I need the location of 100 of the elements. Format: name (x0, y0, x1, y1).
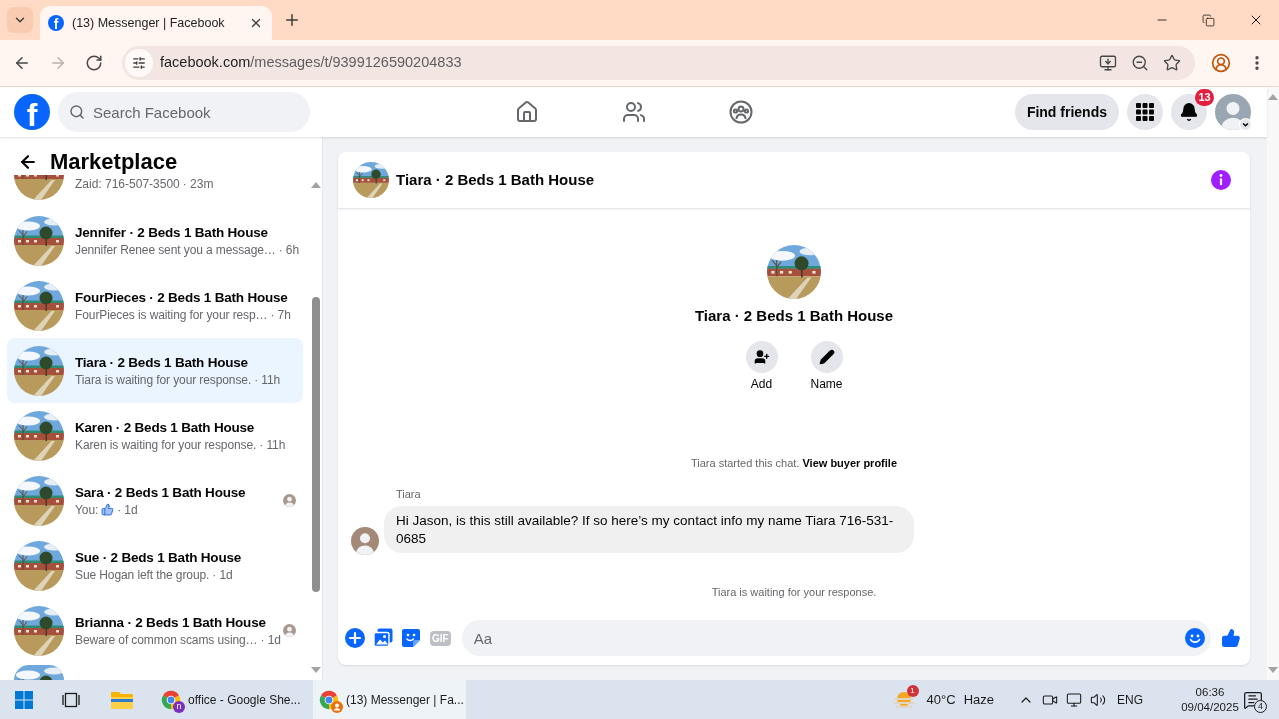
account-avatar (1215, 94, 1251, 130)
favicon: f (48, 15, 64, 31)
zoom-out-icon[interactable] (1131, 54, 1149, 72)
thumbs-up-icon (101, 503, 115, 516)
house-photo (14, 215, 64, 266)
house-photo (353, 162, 389, 198)
message-preview: Tiara is waiting for your response. (75, 371, 252, 388)
conversation-item[interactable]: Jennifer · 2 Beds 1 Bath House Jennifer Renee sent you a message… · 6h (7, 208, 303, 273)
folder-icon[interactable] (111, 690, 133, 709)
site-info-button[interactable] (125, 49, 153, 77)
sticker-icon[interactable] (401, 628, 421, 648)
restore-icon[interactable] (1202, 13, 1215, 27)
browser-tab[interactable]: f (13) Messenger | Facebook (40, 6, 272, 40)
conversation-title: Sue · 2 Beds 1 Bath House (75, 548, 243, 567)
bookmark-star-icon[interactable] (1163, 54, 1181, 72)
like-icon[interactable] (1221, 628, 1241, 648)
add-person-button[interactable] (745, 341, 778, 373)
message-time: · 7h (270, 306, 291, 323)
add-icon[interactable] (345, 628, 365, 648)
chat-notice: Tiara started this chat. View buyer profile (690, 456, 897, 470)
conversation-item[interactable]: Brianna · 2 Beds 1 Bath House Beware of common scams using… · 1d (7, 598, 303, 663)
friends-icon (621, 100, 646, 124)
conversation-title: FourPieces · 2 Beds 1 Bath House (75, 288, 289, 307)
find-friends-button[interactable]: Find friends (1014, 94, 1119, 130)
photo-icon[interactable] (373, 628, 393, 648)
message-preview: Zaid: 716-507-3500 (75, 176, 180, 192)
message-input[interactable]: Aa (461, 620, 1211, 656)
volume-icon[interactable] (1090, 691, 1106, 708)
chat-title: Tiara · 2 Beds 1 Bath House (396, 169, 595, 190)
message-time: · 6h (278, 241, 299, 258)
logo[interactable]: f (14, 94, 50, 130)
sender-avatar (351, 527, 379, 555)
house-photo (14, 175, 64, 200)
view-buyer-profile-link[interactable]: View buyer profile (802, 457, 897, 469)
home-icon (514, 100, 539, 124)
action-label: Name (810, 377, 843, 392)
emoji-icon[interactable] (1185, 628, 1205, 648)
message-time: · 1d (212, 566, 233, 583)
conversation-item[interactable]: Tiara · 2 Beds 1 Bath House Tiara is waiting for your response. · 11h (7, 338, 303, 403)
browser-icon (161, 689, 181, 710)
clock-date[interactable]: 09/04/2025 (1181, 699, 1239, 715)
pencil-icon (818, 349, 835, 365)
language-indicator[interactable]: ENG (1117, 690, 1143, 709)
taskbar-app-button[interactable]: n office - Google She... (155, 680, 308, 719)
conversation-item[interactable]: Sue · 2 Beds 1 Bath House Sue Hogan left the group. · 1d (7, 533, 303, 598)
info-icon[interactable] (1211, 170, 1231, 190)
temperature-text: 40°C (926, 690, 956, 709)
conversation-title: Jennifer · 2 Beds 1 Bath House (75, 223, 269, 242)
install-icon[interactable] (1099, 54, 1117, 72)
add-person-icon (753, 349, 770, 365)
conversation-item[interactable]: Sara · 2 Beds 1 Bath House You: · 1d (7, 468, 303, 533)
close-icon[interactable] (249, 16, 263, 30)
edit-name-button[interactable] (810, 341, 843, 373)
message-preview: You: (75, 501, 99, 518)
clock-time[interactable]: 06:36 (1195, 684, 1225, 700)
search-field[interactable]: Search Facebook (58, 92, 310, 132)
address-bar[interactable]: facebook.com/messages/t/9399126590204833 (122, 46, 1195, 80)
task-view-icon[interactable] (62, 690, 80, 709)
notification-count-badge: 4 (1254, 699, 1267, 713)
scrollbar-thumb[interactable] (312, 297, 320, 592)
house-photo (14, 280, 64, 331)
tab-search-button[interactable] (7, 7, 33, 33)
sidebar-title: Marketplace (50, 149, 178, 175)
message-preview: Beware of common scams using… (75, 631, 258, 648)
notification-count-badge: 13 (1195, 89, 1214, 106)
message-bubble: Hi Jason, is this still available? If so here’s my contact info my name Tiara 716-531-0685 (384, 506, 914, 553)
message-time: · 11h (254, 371, 281, 388)
message-time: · 1d (260, 631, 281, 648)
message-preview: Sue Hogan left the group. (75, 566, 210, 583)
chevron-down-icon[interactable] (1239, 118, 1252, 131)
reload-icon[interactable] (85, 54, 103, 72)
house-photo (14, 475, 64, 526)
house-photo (14, 605, 64, 656)
groups-icon (728, 100, 753, 124)
conversation-title: Tiara · 2 Beds 1 Bath House (75, 353, 249, 372)
start-icon[interactable] (15, 690, 33, 709)
message-time: · 1d (117, 501, 138, 518)
taskbar-app-button[interactable]: (13) Messenger | Fa... (313, 680, 466, 719)
conversation-item[interactable]: Karen · 2 Beds 1 Bath House Karen is waiting for your response. · 11h (7, 403, 303, 468)
message-time: · 11h (259, 436, 286, 453)
conversation-title: Sara · 2 Beds 1 Bath House (75, 483, 247, 502)
tab-title: (13) Messenger | Facebook (72, 14, 225, 32)
weather-condition-text: Haze (963, 690, 994, 709)
sliders-icon (132, 56, 146, 70)
grid-icon (1136, 103, 1154, 121)
notifications-icon[interactable] (1243, 689, 1263, 710)
profile-icon[interactable] (1211, 53, 1231, 73)
conversation-name: Tiara · 2 Beds 1 Bath House (694, 307, 894, 325)
bell-icon (1179, 102, 1199, 122)
monitor-icon[interactable] (1066, 691, 1082, 708)
sender-name: Tiara (396, 487, 421, 501)
house-photo (14, 345, 64, 396)
url-text: facebook.com/messages/t/9399126590204833 (160, 53, 462, 73)
new-tab-icon[interactable] (283, 11, 301, 29)
grid-menu-button[interactable] (1127, 94, 1163, 130)
conversation-item[interactable]: FourPieces · 2 Beds 1 Bath House FourPieces is waiting for your resp… · 7h (7, 273, 303, 338)
conversation-title: Brianna · 2 Beds 1 Bath House (75, 613, 267, 632)
message-preview: FourPieces is waiting for your resp… (75, 306, 268, 323)
search-icon (69, 104, 85, 120)
house-photo (14, 540, 64, 591)
